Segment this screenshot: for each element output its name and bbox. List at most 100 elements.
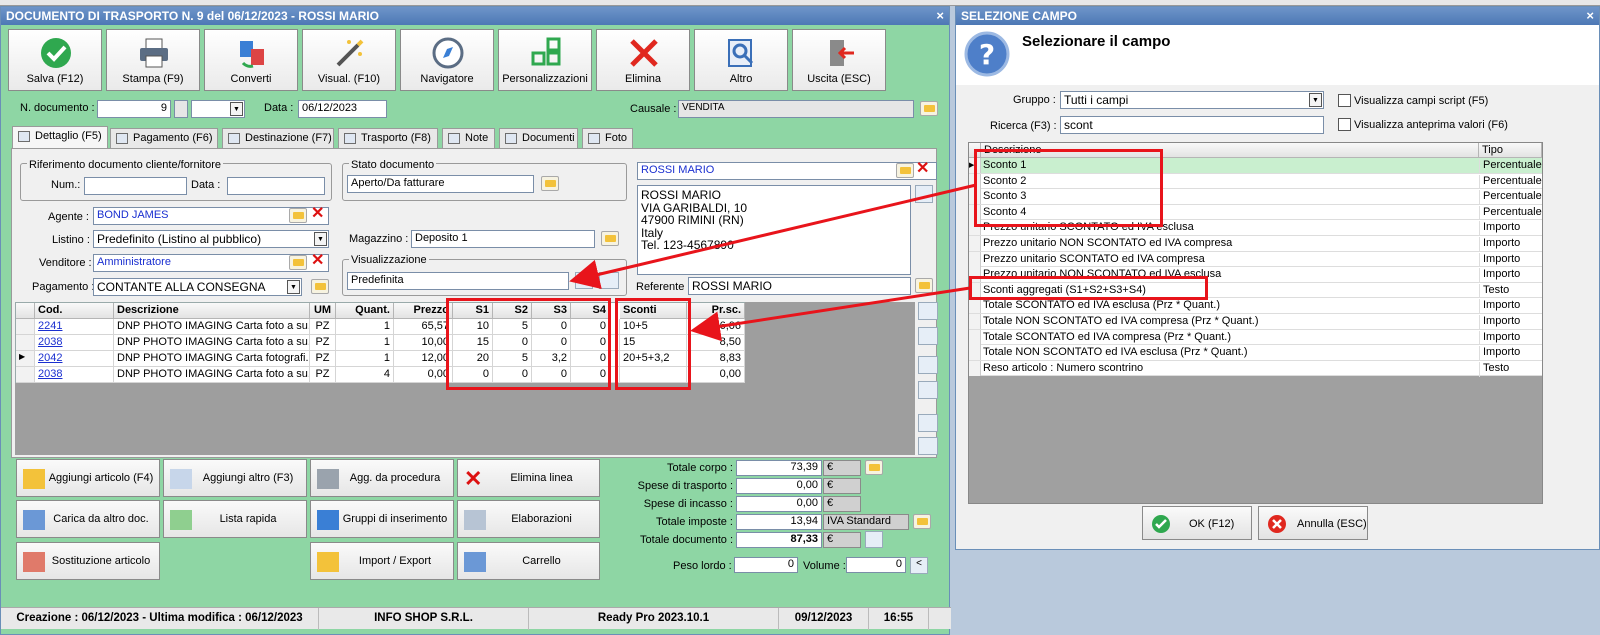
quick-list-button[interactable]: Lista rapida — [163, 500, 307, 538]
list-item[interactable]: Prezzo unitario SCONTATO ed IVA compresa… — [969, 251, 1542, 268]
collection-cost-field[interactable]: 0,00 — [736, 496, 822, 512]
price-list-select[interactable]: Predefinito (Listino al pubblico) ▼ — [93, 230, 329, 248]
row-indicator[interactable] — [16, 319, 35, 335]
tab-trasporto[interactable]: Trasporto (F8) — [338, 128, 438, 148]
close-icon[interactable]: × — [1586, 8, 1594, 23]
list-item[interactable]: Prezzo unitario NON SCONTATO ed IVA comp… — [969, 236, 1542, 252]
add-from-procedure-button[interactable]: Agg. da procedura — [310, 459, 454, 497]
tab-note[interactable]: Note — [442, 128, 495, 148]
row-indicator[interactable] — [16, 335, 35, 351]
warehouse-folder-icon[interactable] — [601, 231, 619, 246]
customer-folder-icon[interactable] — [896, 163, 914, 178]
grid-cell[interactable]: PZ — [310, 351, 336, 367]
list-item[interactable]: Totale NON SCONTATO ed IVA compresa (Prz… — [969, 314, 1542, 330]
group-select[interactable]: Tutti i campi ▼ — [1060, 91, 1324, 109]
zoom-icon[interactable] — [865, 531, 883, 548]
payment-select[interactable]: CONTANTE ALLA CONSEGNA ▼ — [93, 278, 302, 296]
tab-dettaglio[interactable]: Dettaglio (F5) — [12, 126, 108, 149]
grid-cell[interactable]: 2241 — [35, 319, 114, 335]
elaborations-button[interactable]: Elaborazioni — [457, 500, 600, 538]
shipping-cost-field[interactable]: 0,00 — [736, 478, 822, 494]
grid-cell[interactable]: PZ — [310, 367, 336, 383]
grid-cell[interactable]: 10,00 — [394, 335, 453, 351]
article-code-link[interactable]: 2038 — [38, 368, 62, 380]
search-input[interactable]: scont — [1060, 116, 1324, 134]
referent-folder-icon[interactable] — [915, 278, 933, 293]
add-other-button[interactable]: Aggiungi altro (F3) — [163, 459, 307, 497]
date-field[interactable]: 06/12/2023 — [298, 100, 387, 118]
payment-folder-icon[interactable] — [311, 279, 329, 294]
grid-cell[interactable]: 1 — [336, 335, 394, 351]
causale-folder-icon[interactable] — [920, 101, 938, 116]
grid-cell[interactable]: DNP PHOTO IMAGING Carta foto a su... — [114, 319, 310, 335]
convert-button[interactable]: Converti — [204, 29, 298, 91]
search-icon[interactable] — [918, 327, 938, 345]
zoom-icon[interactable] — [918, 437, 938, 455]
article-code-link[interactable]: 2042 — [38, 352, 62, 364]
col-type[interactable]: Tipo — [1479, 143, 1542, 158]
col-quant[interactable]: Quant. — [336, 303, 394, 319]
grid-cell[interactable]: 56,06 — [687, 319, 745, 335]
edit-address-icon[interactable] — [915, 185, 933, 203]
arrow-down-icon[interactable] — [918, 381, 938, 399]
grid-cell[interactable]: DNP PHOTO IMAGING Carta fotografi... — [114, 351, 310, 367]
agent-clear-icon[interactable]: ✕ — [311, 206, 324, 222]
seller-folder-icon[interactable] — [289, 255, 307, 270]
grid-cell[interactable]: 4 — [336, 367, 394, 383]
document-status-field[interactable]: Aperto/Da fatturare — [347, 175, 534, 193]
tab-pagamento[interactable]: Pagamento (F6) — [110, 128, 218, 148]
grid-cell[interactable]: 1 — [336, 319, 394, 335]
customer-address-box[interactable]: ROSSI MARIO VIA GARIBALDI, 10 47900 RIMI… — [637, 185, 911, 275]
ref-date-field[interactable] — [227, 177, 325, 195]
replace-article-button[interactable]: Sostituzione articolo — [16, 542, 160, 580]
row-indicator[interactable]: ▶ — [16, 351, 35, 367]
grid-cell[interactable]: 1 — [336, 351, 394, 367]
exit-button[interactable]: Uscita (ESC) — [792, 29, 886, 91]
doc-series-select[interactable]: ▼ — [191, 100, 245, 118]
col-cod[interactable]: Cod. — [35, 303, 114, 319]
grid-cell[interactable]: PZ — [310, 335, 336, 351]
row-indicator[interactable] — [16, 367, 35, 383]
grid-cell[interactable]: 8,83 — [687, 351, 745, 367]
script-fields-checkbox[interactable] — [1338, 94, 1351, 107]
grid-cell[interactable]: DNP PHOTO IMAGING Carta foto a su... — [114, 335, 310, 351]
move-up-icon[interactable] — [918, 302, 938, 320]
vat-folder-icon[interactable] — [913, 514, 931, 529]
cancel-button[interactable]: Annulla (ESC) — [1258, 506, 1368, 540]
tab-foto[interactable]: Foto — [582, 128, 633, 148]
view-select[interactable]: Predefinita — [347, 272, 569, 290]
grid-cell[interactable]: DNP PHOTO IMAGING Carta foto a su... — [114, 367, 310, 383]
volume-field[interactable]: 0 — [846, 557, 906, 573]
col-descrizione[interactable]: Descrizione — [114, 303, 310, 319]
tab-documenti[interactable]: Documenti — [499, 128, 578, 148]
agent-folder-icon[interactable] — [289, 208, 307, 223]
navigator-button[interactable]: Navigatore — [400, 29, 494, 91]
close-icon[interactable]: × — [936, 8, 944, 23]
causale-field[interactable]: VENDITA — [678, 100, 914, 118]
settings-icon[interactable] — [918, 414, 938, 432]
warehouse-field[interactable]: Deposito 1 — [411, 230, 595, 248]
seller-clear-icon[interactable]: ✕ — [311, 253, 324, 269]
ok-button[interactable]: OK (F12) — [1142, 506, 1252, 540]
load-other-doc-button[interactable]: Carica da altro doc. — [16, 500, 160, 538]
delete-button[interactable]: Elimina — [596, 29, 690, 91]
grid-cell[interactable]: PZ — [310, 319, 336, 335]
customer-clear-icon[interactable]: ✕ — [916, 161, 929, 177]
chevron-left-icon[interactable]: < — [910, 557, 928, 574]
grid-cell[interactable]: 0,00 — [394, 367, 453, 383]
preview-values-checkbox[interactable] — [1338, 118, 1351, 131]
gross-weight-field[interactable]: 0 — [734, 557, 798, 573]
view-button[interactable]: Visual. (F10) — [302, 29, 396, 91]
customer-name-field[interactable]: ROSSI MARIO — [637, 162, 937, 180]
list-item[interactable]: Reso articolo : Numero scontrino Testo — [969, 360, 1542, 377]
grid-cell[interactable]: 2038 — [35, 335, 114, 351]
col-prezzo[interactable]: Prezzo — [394, 303, 453, 319]
add-article-button[interactable]: Aggiungi articolo (F4) — [16, 459, 160, 497]
status-folder-icon[interactable] — [541, 176, 559, 191]
list-item[interactable]: Totale SCONTATO ed IVA compresa (Prz * Q… — [969, 329, 1542, 346]
totals-folder-icon[interactable] — [865, 460, 883, 475]
col-um[interactable]: UM — [310, 303, 336, 319]
cart-button[interactable]: Carrello — [457, 542, 600, 580]
article-code-link[interactable]: 2038 — [38, 336, 62, 348]
grid-cell[interactable]: 12,00 — [394, 351, 453, 367]
